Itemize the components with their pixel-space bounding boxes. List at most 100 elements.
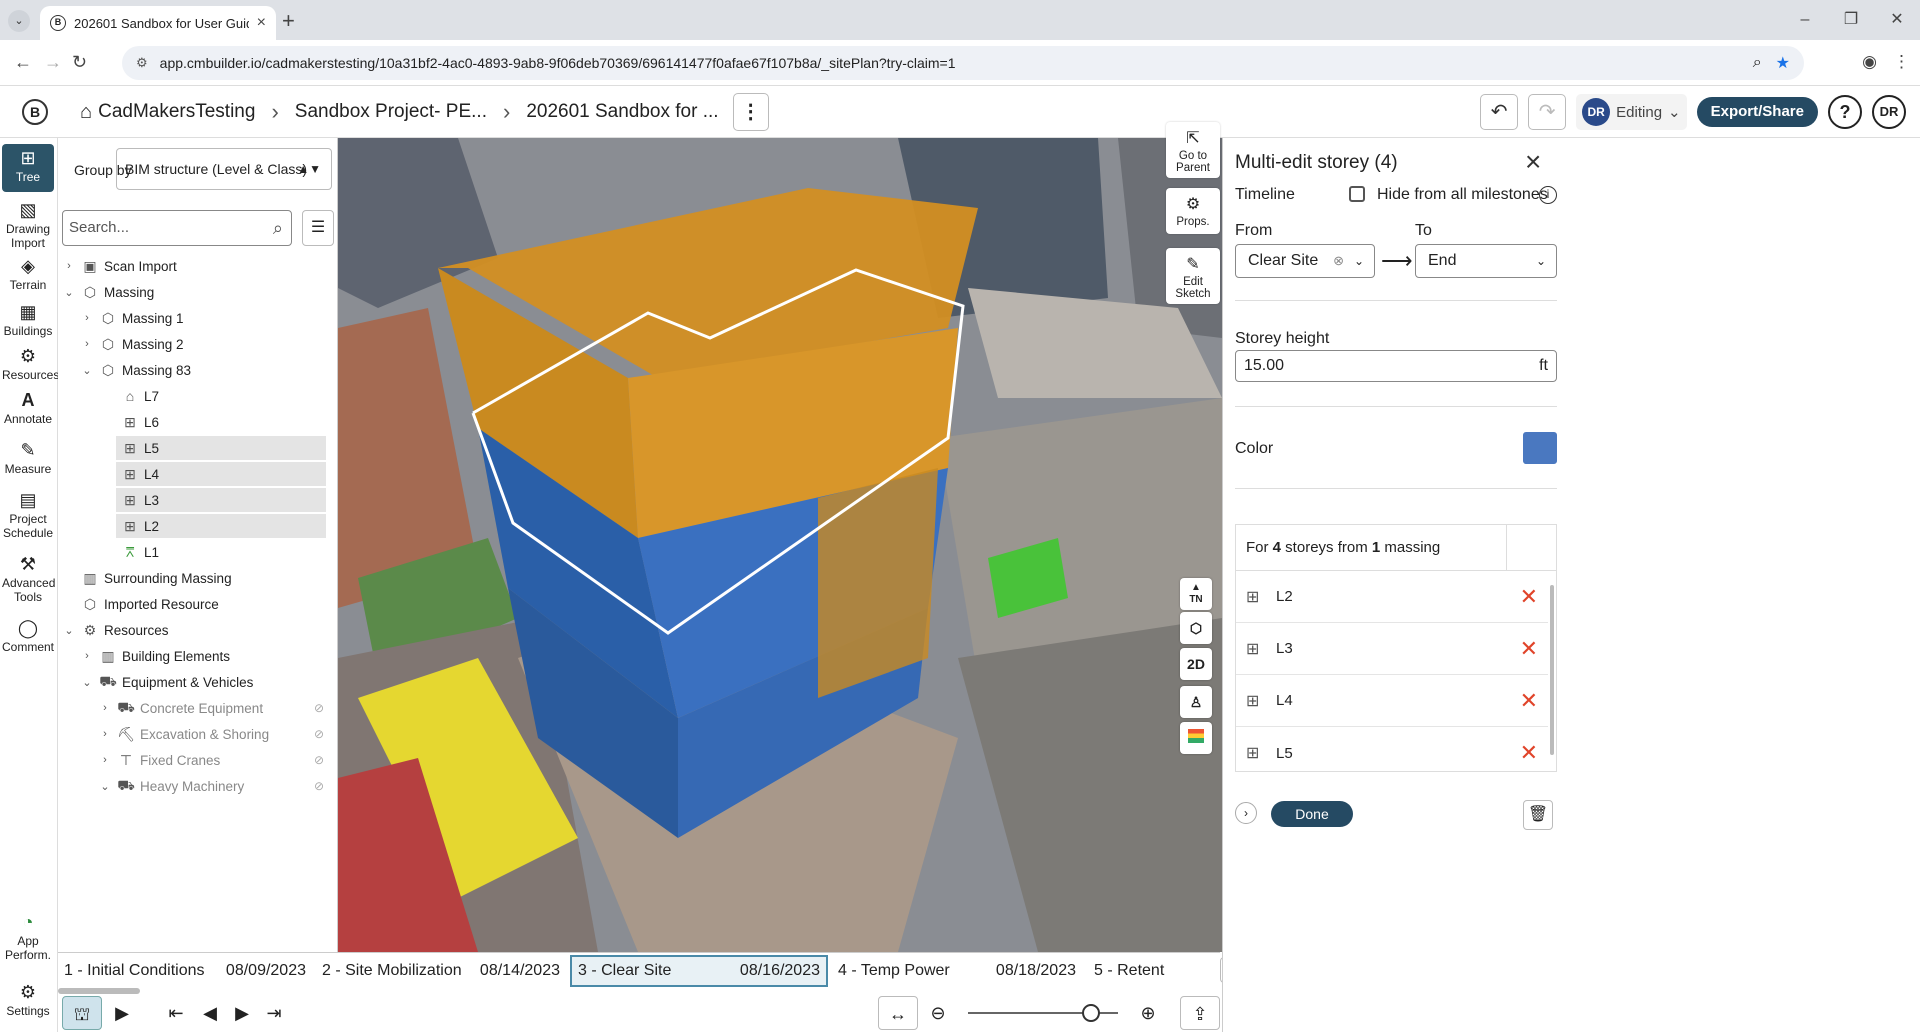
3d-viewport[interactable] bbox=[338, 138, 1222, 952]
tree-node-l1[interactable]: ⩞ L1 bbox=[116, 540, 326, 564]
help-button[interactable]: ? bbox=[1828, 95, 1862, 129]
tree-node-l2[interactable]: ⊞ L2 bbox=[116, 514, 326, 538]
restore-icon[interactable]: ❐ bbox=[1828, 0, 1874, 40]
breadcrumb-org[interactable]: CadMakersTesting bbox=[98, 101, 255, 123]
edit-sketch-button[interactable]: ✎ Edit Sketch bbox=[1166, 248, 1220, 304]
tree-node-massing[interactable]: ⌄ ⬡ Massing bbox=[62, 280, 154, 304]
zoom-out-button[interactable]: ⊖ bbox=[918, 996, 958, 1030]
export-share-button[interactable]: Export/Share bbox=[1696, 97, 1818, 127]
reload-icon[interactable]: ↻ bbox=[72, 52, 87, 73]
breadcrumb-plan[interactable]: 202601 Sandbox for ... bbox=[526, 101, 718, 123]
minimize-icon[interactable]: – bbox=[1782, 0, 1828, 40]
rail-advanced-tools[interactable]: ⚒ Advanced Tools bbox=[2, 554, 55, 604]
editing-mode-dropdown[interactable]: DR Editing ⌄ bbox=[1576, 94, 1687, 130]
chevron-down-icon[interactable]: ⌄ bbox=[62, 624, 76, 637]
group-by-select[interactable]: BIM structure (Level & Class) ▲▼ bbox=[116, 148, 332, 190]
slider-knob[interactable] bbox=[1082, 1004, 1100, 1022]
rail-buildings[interactable]: ▦ Buildings bbox=[2, 302, 54, 338]
rail-resources[interactable]: ⚙ Resources bbox=[2, 346, 59, 382]
tree-node-l6[interactable]: ⊞ L6 bbox=[116, 410, 326, 434]
milestone-1[interactable]: 1 - Initial Conditions 08/09/2023 bbox=[58, 955, 312, 987]
layers-button[interactable] bbox=[1180, 722, 1212, 754]
browser-menu-icon[interactable]: ⋮ bbox=[1893, 52, 1910, 72]
to-select[interactable]: End ⌄ bbox=[1415, 244, 1557, 278]
2d-toggle-button[interactable]: 2D bbox=[1180, 648, 1212, 680]
breadcrumb-project[interactable]: Sandbox Project- PE... bbox=[295, 101, 487, 123]
true-north-button[interactable]: ▲ TN bbox=[1180, 578, 1212, 610]
user-avatar[interactable]: DR bbox=[1872, 95, 1906, 129]
remove-icon[interactable]: ✕ bbox=[1520, 636, 1538, 662]
hide-milestones-checkbox[interactable] bbox=[1349, 186, 1365, 202]
chevron-right-icon[interactable]: › bbox=[98, 728, 112, 740]
walk-mode-button[interactable]: ♙ bbox=[1180, 686, 1212, 718]
url-field[interactable]: ⚙ app.cmbuilder.io/cadmakerstesting/10a3… bbox=[122, 46, 1804, 80]
back-icon[interactable]: ← bbox=[14, 52, 32, 73]
rail-project-schedule[interactable]: ▤ Project Schedule bbox=[2, 490, 54, 540]
tree-node-building-elements[interactable]: › ▥ Building Elements bbox=[80, 644, 230, 668]
rail-tree[interactable]: ⊞ Tree bbox=[2, 144, 54, 192]
timeline-zoom-slider[interactable] bbox=[968, 1004, 1118, 1022]
rail-terrain[interactable]: ◈ Terrain bbox=[2, 256, 54, 292]
app-logo[interactable]: B bbox=[22, 99, 48, 125]
tree-node-surrounding-massing[interactable]: ▥ Surrounding Massing bbox=[76, 566, 231, 590]
forward-icon[interactable]: → bbox=[44, 52, 62, 73]
rail-annotate[interactable]: A Annotate bbox=[2, 390, 54, 426]
milestone-5[interactable]: 5 - Retent bbox=[1088, 955, 1216, 987]
go-to-parent-button[interactable]: ⇱ Go to Parent bbox=[1166, 122, 1220, 178]
rail-settings[interactable]: ⚙ Settings bbox=[2, 982, 54, 1018]
done-button[interactable]: Done bbox=[1271, 801, 1353, 827]
redo-button[interactable]: ↷ bbox=[1528, 94, 1567, 130]
milestone-4[interactable]: 4 - Temp Power 08/18/2023 bbox=[832, 955, 1082, 987]
tree-node-massing-83[interactable]: ⌄ ⬡ Massing 83 bbox=[80, 358, 191, 382]
rail-app-performance[interactable]: ◔ App Perform. bbox=[2, 912, 54, 962]
tree-node-excavation-shoring[interactable]: › ⛏ Excavation & Shoring ⊘ bbox=[98, 722, 324, 746]
chevron-right-icon[interactable]: › bbox=[80, 650, 94, 662]
presentation-button[interactable]: ▶ bbox=[102, 996, 142, 1030]
view-cube-button[interactable]: ⬡ bbox=[1180, 612, 1212, 644]
tree-node-l5[interactable]: ⊞ L5 bbox=[116, 436, 326, 460]
tree-node-massing-1[interactable]: › ⬡ Massing 1 bbox=[80, 306, 183, 330]
more-menu-button[interactable]: ⋮ bbox=[732, 93, 769, 131]
rail-drawing-import[interactable]: ▧ Drawing Import bbox=[2, 200, 54, 250]
hidden-eye-icon[interactable]: ⊘ bbox=[314, 701, 324, 715]
export-timeline-button[interactable]: ⇪ bbox=[1180, 996, 1220, 1030]
tree-node-l3[interactable]: ⊞ L3 bbox=[116, 488, 326, 512]
tree-node-fixed-cranes[interactable]: › ⊤ Fixed Cranes ⊘ bbox=[98, 748, 324, 772]
tree-node-concrete-equipment[interactable]: › ⛟ Concrete Equipment ⊘ bbox=[98, 696, 324, 720]
home-icon[interactable]: ⌂ bbox=[80, 101, 92, 124]
tree-node-l7[interactable]: ⌂ L7 bbox=[116, 384, 326, 408]
close-icon[interactable]: × bbox=[1525, 146, 1541, 178]
chevron-down-icon[interactable]: ⌄ bbox=[62, 286, 76, 299]
tree-node-imported-resource[interactable]: ⬡ Imported Resource bbox=[76, 592, 219, 616]
remove-icon[interactable]: ✕ bbox=[1520, 688, 1538, 714]
tab-search-button[interactable]: ⌄ bbox=[8, 10, 30, 32]
tree-filter-button[interactable]: ☰ bbox=[302, 210, 334, 246]
hidden-eye-icon[interactable]: ⊘ bbox=[314, 753, 324, 767]
fit-timeline-button[interactable]: ↔ bbox=[878, 996, 918, 1030]
last-milestone-button[interactable]: ⇥ bbox=[254, 996, 294, 1030]
site-view-button[interactable]: ⛫ bbox=[62, 996, 102, 1030]
tree-node-heavy-machinery[interactable]: ⌄ ⛟ Heavy Machinery ⊘ bbox=[98, 774, 324, 798]
chevron-down-icon[interactable]: ⌄ bbox=[80, 364, 94, 377]
remove-icon[interactable]: ✕ bbox=[1520, 740, 1538, 766]
chevron-right-icon[interactable]: › bbox=[62, 260, 76, 272]
tree-search-input[interactable]: Search... ⌕ bbox=[62, 210, 292, 246]
info-icon[interactable]: i bbox=[1539, 186, 1557, 204]
profile-icon[interactable]: ◉ bbox=[1862, 52, 1877, 72]
remove-icon[interactable]: ✕ bbox=[1520, 584, 1538, 610]
props-button[interactable]: ⚙ Props. bbox=[1166, 188, 1220, 234]
expand-panel-icon[interactable]: › bbox=[1235, 802, 1257, 824]
tree-node-equipment-vehicles[interactable]: ⌄ ⛟ Equipment & Vehicles bbox=[80, 670, 253, 694]
rail-measure[interactable]: ✎ Measure bbox=[2, 440, 54, 476]
bookmark-star-icon[interactable]: ★ bbox=[1776, 53, 1790, 73]
hidden-eye-icon[interactable]: ⊘ bbox=[314, 779, 324, 793]
milestone-2[interactable]: 2 - Site Mobilization 08/14/2023 bbox=[316, 955, 566, 987]
chevron-right-icon[interactable]: › bbox=[80, 338, 94, 350]
undo-button[interactable]: ↶ bbox=[1480, 94, 1519, 130]
tree-node-l4[interactable]: ⊞ L4 bbox=[116, 462, 326, 486]
storey-height-input[interactable]: 15.00 ft bbox=[1235, 350, 1557, 382]
hidden-eye-icon[interactable]: ⊘ bbox=[314, 727, 324, 741]
site-info-icon[interactable]: ⚙ bbox=[136, 55, 148, 71]
chevron-down-icon[interactable]: ⌄ bbox=[80, 676, 94, 689]
rail-comment[interactable]: ◯ Comment bbox=[2, 618, 54, 654]
